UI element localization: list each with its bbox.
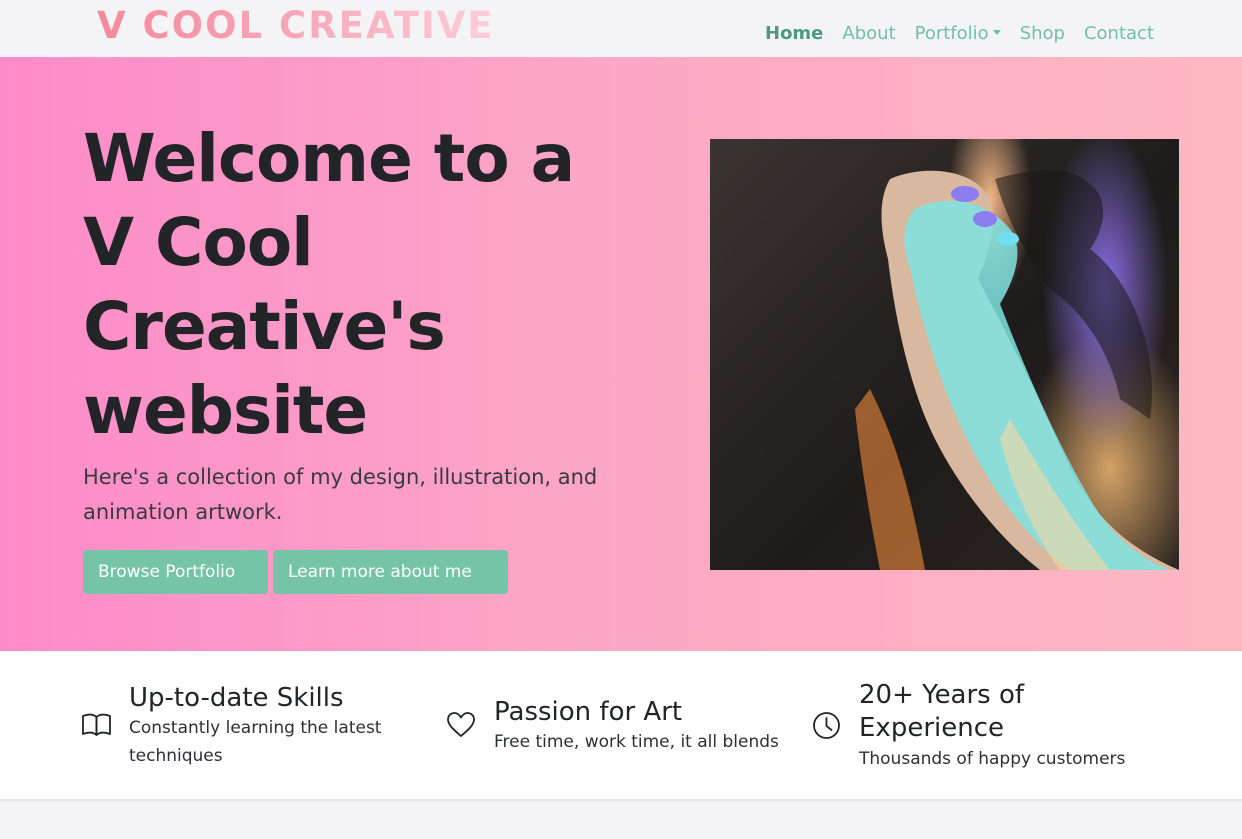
nav-links: Home About Portfolio Shop Contact [765,22,1154,46]
features-section: Up-to-date Skills Constantly learning th… [0,651,1242,801]
feature-title: 20+ Years of Experience [859,680,1025,743]
clock-icon [813,712,840,739]
nav-about[interactable]: About [842,22,895,46]
chevron-down-icon [992,30,1001,35]
hero-title: Welcome to a V Cool Creative's website [83,120,575,449]
feature-title: Up-to-date Skills [129,683,344,713]
nav-home[interactable]: Home [765,22,823,46]
hands-photo-illustration [855,170,1179,570]
nav-shop[interactable]: Shop [1020,22,1065,46]
book-icon [82,713,111,736]
heart-icon [447,712,475,737]
feature-text: Thousands of happy customers [859,749,1126,769]
feature-text: Constantly learning the latest technique… [129,718,382,766]
hero-image [710,139,1179,570]
nav-contact[interactable]: Contact [1084,22,1154,46]
brand-logo[interactable]: V COOL CREATIVE [97,6,495,46]
navbar: V COOL CREATIVE Home About Portfolio Sho… [0,0,1242,57]
hero-section: Welcome to a V Cool Creative's website H… [0,57,1242,651]
learn-more-button[interactable]: Learn more about me [273,550,508,594]
feature-text: Free time, work time, it all blends [494,732,779,752]
nav-portfolio-label: Portfolio [914,23,989,44]
feature-title: Passion for Art [494,697,683,727]
browse-portfolio-button[interactable]: Browse Portfolio [83,550,268,594]
nav-portfolio-dropdown[interactable]: Portfolio [915,22,1001,46]
hero-subtitle: Here's a collection of my design, illust… [83,465,598,524]
